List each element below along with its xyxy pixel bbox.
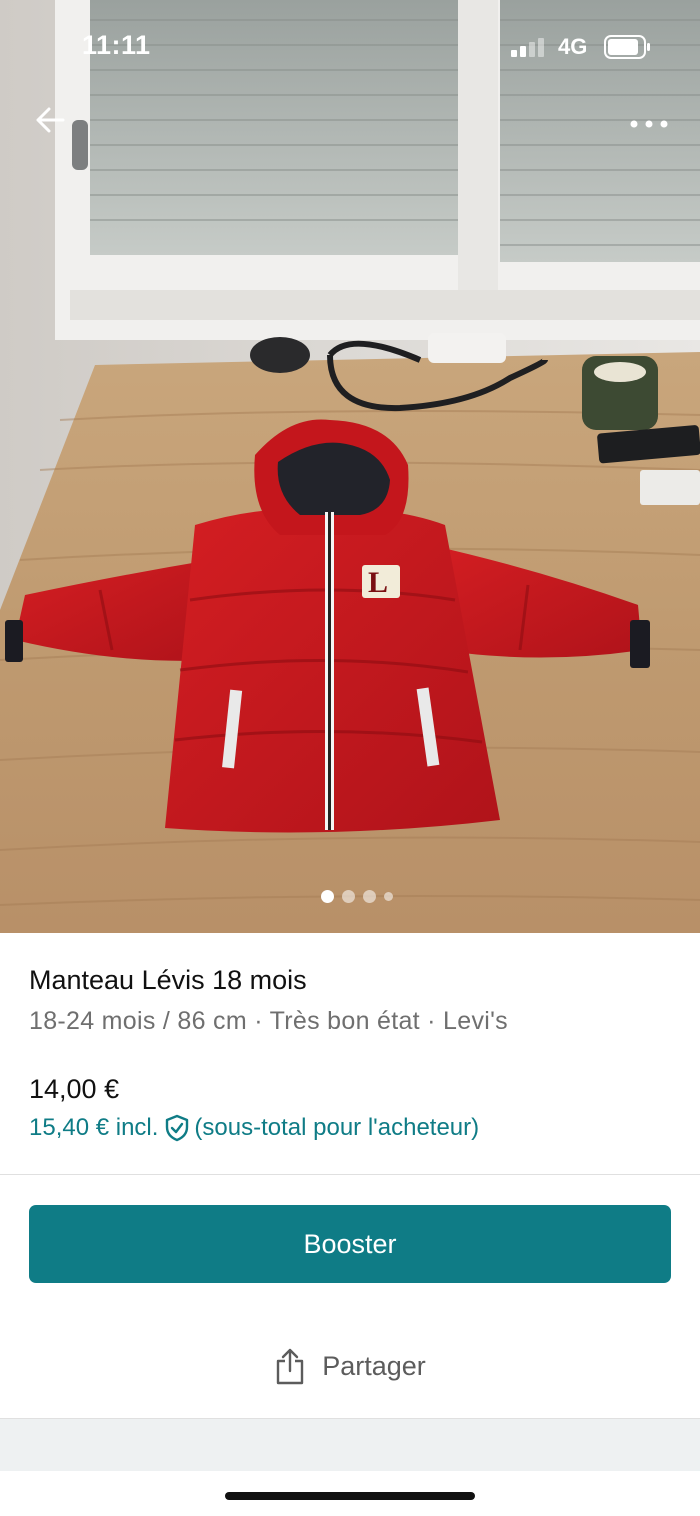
booster-button[interactable]: Booster — [29, 1205, 671, 1283]
back-button[interactable] — [28, 98, 72, 142]
item-title: Manteau Lévis 18 mois — [29, 965, 307, 995]
arrow-left-icon — [36, 107, 65, 133]
buyer-price-row[interactable]: 15,40 € incl. (sous-total pour l'acheteu… — [29, 1114, 479, 1142]
pagination-dot[interactable] — [363, 890, 376, 903]
pagination-dot-active[interactable] — [321, 890, 334, 903]
status-bar: 11:11 4G — [0, 0, 700, 95]
more-horizontal-icon — [630, 120, 668, 128]
share-button[interactable]: Partager — [0, 1330, 700, 1402]
item-photo-gallery[interactable]: L 11:11 4G — [0, 0, 700, 933]
item-price: 14,00 € — [29, 1074, 120, 1104]
status-time: 11:11 — [82, 30, 151, 60]
svg-text:L: L — [368, 566, 388, 599]
signal-icon — [511, 38, 544, 57]
battery-icon — [604, 35, 650, 59]
shield-check-icon — [164, 1114, 190, 1142]
bottom-section-background — [0, 1419, 700, 1471]
pagination-dot[interactable] — [342, 890, 355, 903]
home-indicator[interactable] — [225, 1492, 475, 1500]
share-icon — [274, 1347, 306, 1385]
item-photo: L — [0, 0, 700, 933]
pagination-dot[interactable] — [384, 892, 393, 901]
buyer-price: 15,40 € incl. — [29, 1114, 159, 1141]
share-label: Partager — [322, 1350, 426, 1381]
more-options-button[interactable] — [624, 104, 674, 144]
buyer-price-note: (sous-total pour l'acheteur) — [194, 1114, 480, 1141]
network-label: 4G — [558, 34, 588, 59]
photo-pagination — [321, 890, 393, 903]
item-details: 18-24 mois / 86 cm · Très bon état · Lev… — [29, 1007, 508, 1035]
divider — [0, 1174, 700, 1175]
